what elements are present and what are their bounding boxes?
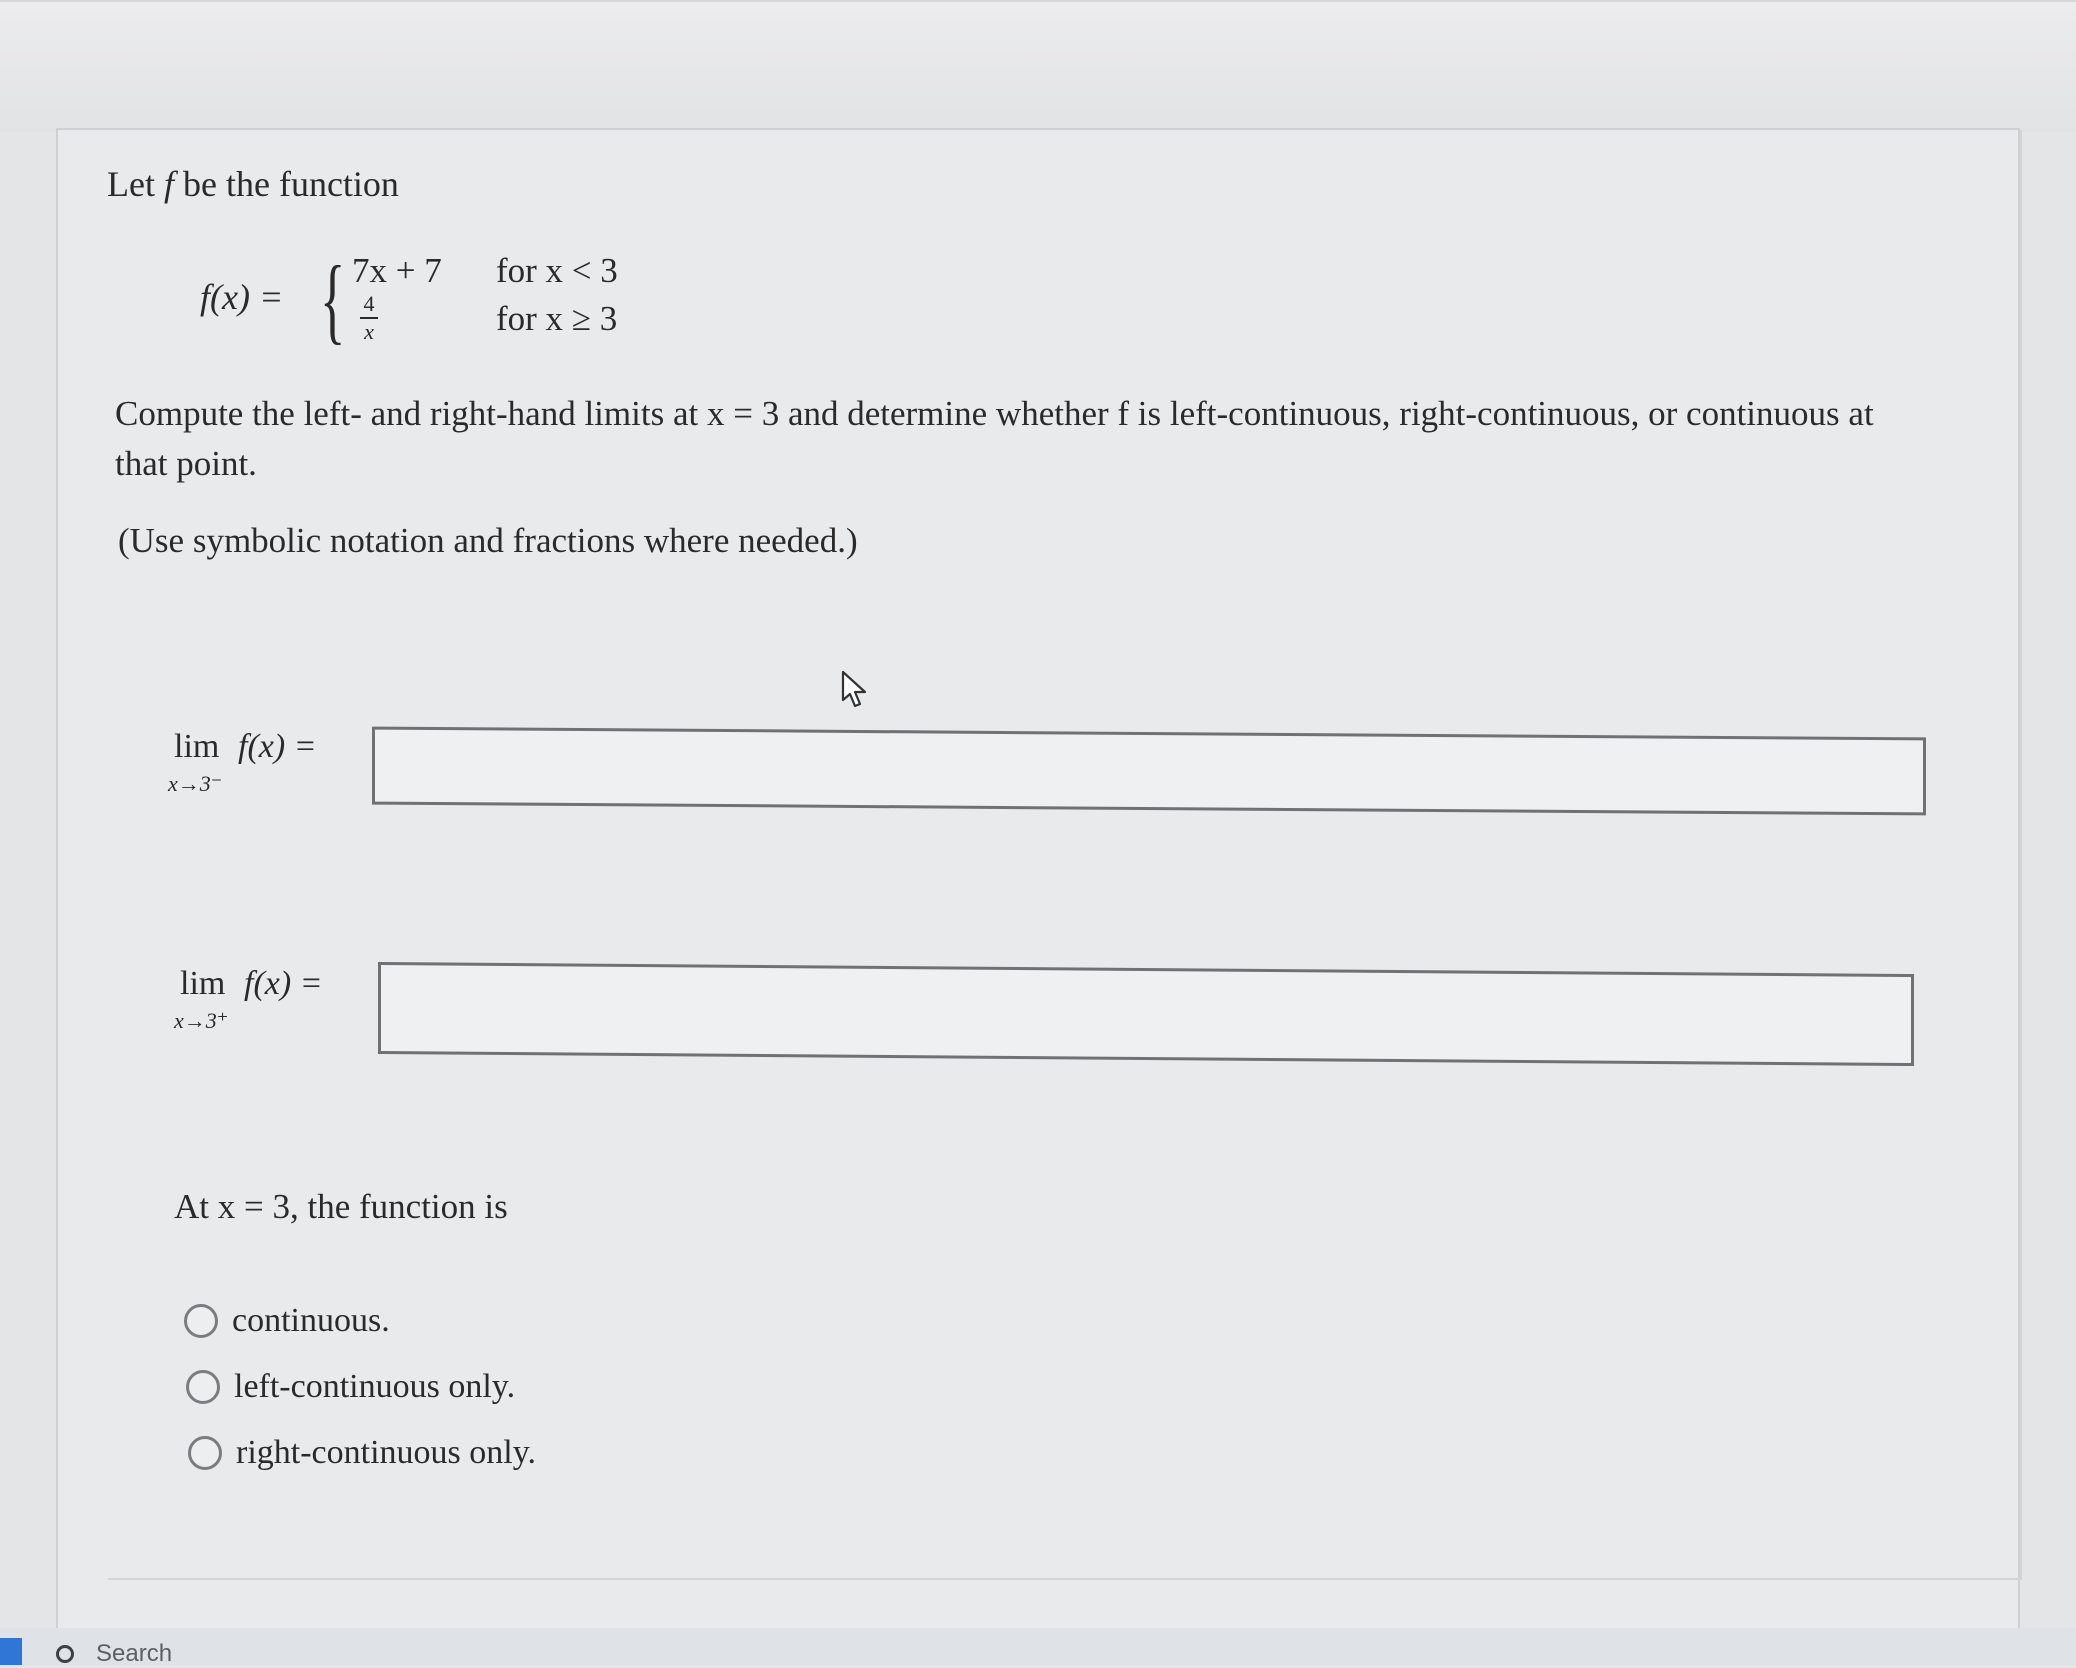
- hint-text: (Use symbolic notation and fractions whe…: [118, 521, 858, 560]
- question-card: [56, 128, 2022, 1638]
- option-label: continuous.: [232, 1302, 390, 1339]
- piece2-condition: for x ≥ 3: [496, 299, 618, 338]
- limit-expression: f(x) =: [244, 965, 323, 1002]
- lim-word: lim: [180, 965, 226, 1002]
- piece1-condition: for x < 3: [496, 251, 618, 290]
- option-label: right-continuous only.: [236, 1434, 536, 1471]
- intro-prefix: Let: [107, 164, 164, 204]
- continuity-prompt: At x = 3, the function is: [174, 1187, 508, 1226]
- function-label: f(x) =: [200, 277, 284, 317]
- search-label: Search: [96, 1640, 173, 1667]
- radio-circle-icon[interactable]: [184, 1304, 218, 1338]
- taskbar-search[interactable]: Search: [56, 1640, 172, 1668]
- question-text-line2: that point.: [115, 444, 257, 483]
- browser-top-band: [0, 0, 2076, 132]
- limit-expression: f(x) =: [238, 728, 317, 765]
- start-button[interactable]: [0, 1638, 22, 1665]
- intro-var: f: [163, 164, 174, 204]
- fraction-numerator: 4: [360, 293, 378, 319]
- piece1-expression: 7x + 7: [352, 251, 442, 290]
- option-left-continuous[interactable]: left-continuous only.: [186, 1368, 515, 1406]
- radio-circle-icon[interactable]: [188, 1436, 222, 1470]
- piece2-fraction: 4 x: [360, 293, 378, 343]
- option-right-continuous[interactable]: right-continuous only.: [188, 1434, 536, 1472]
- search-icon: [56, 1645, 74, 1663]
- taskbar: [0, 1628, 2076, 1665]
- fraction-denominator: x: [364, 319, 374, 344]
- piecewise-brace: {: [320, 246, 346, 353]
- option-continuous[interactable]: continuous.: [184, 1302, 390, 1340]
- limit-subscript: x→3⁺: [174, 1008, 229, 1033]
- right-limit-input[interactable]: [378, 961, 1914, 1067]
- radio-circle-icon[interactable]: [186, 1370, 220, 1404]
- question-panel: [108, 130, 2022, 1580]
- cursor-arrow-icon: [841, 670, 867, 708]
- left-limit-input[interactable]: [372, 726, 1926, 816]
- lim-word: lim: [174, 728, 220, 765]
- question-text-line1: Compute the left- and right-hand limits …: [115, 394, 1874, 433]
- option-label: left-continuous only.: [234, 1368, 516, 1405]
- limit-subscript: x→3⁻: [168, 771, 223, 796]
- intro-suffix: be the function: [174, 164, 399, 204]
- problem-intro: Let f be the function: [107, 163, 399, 206]
